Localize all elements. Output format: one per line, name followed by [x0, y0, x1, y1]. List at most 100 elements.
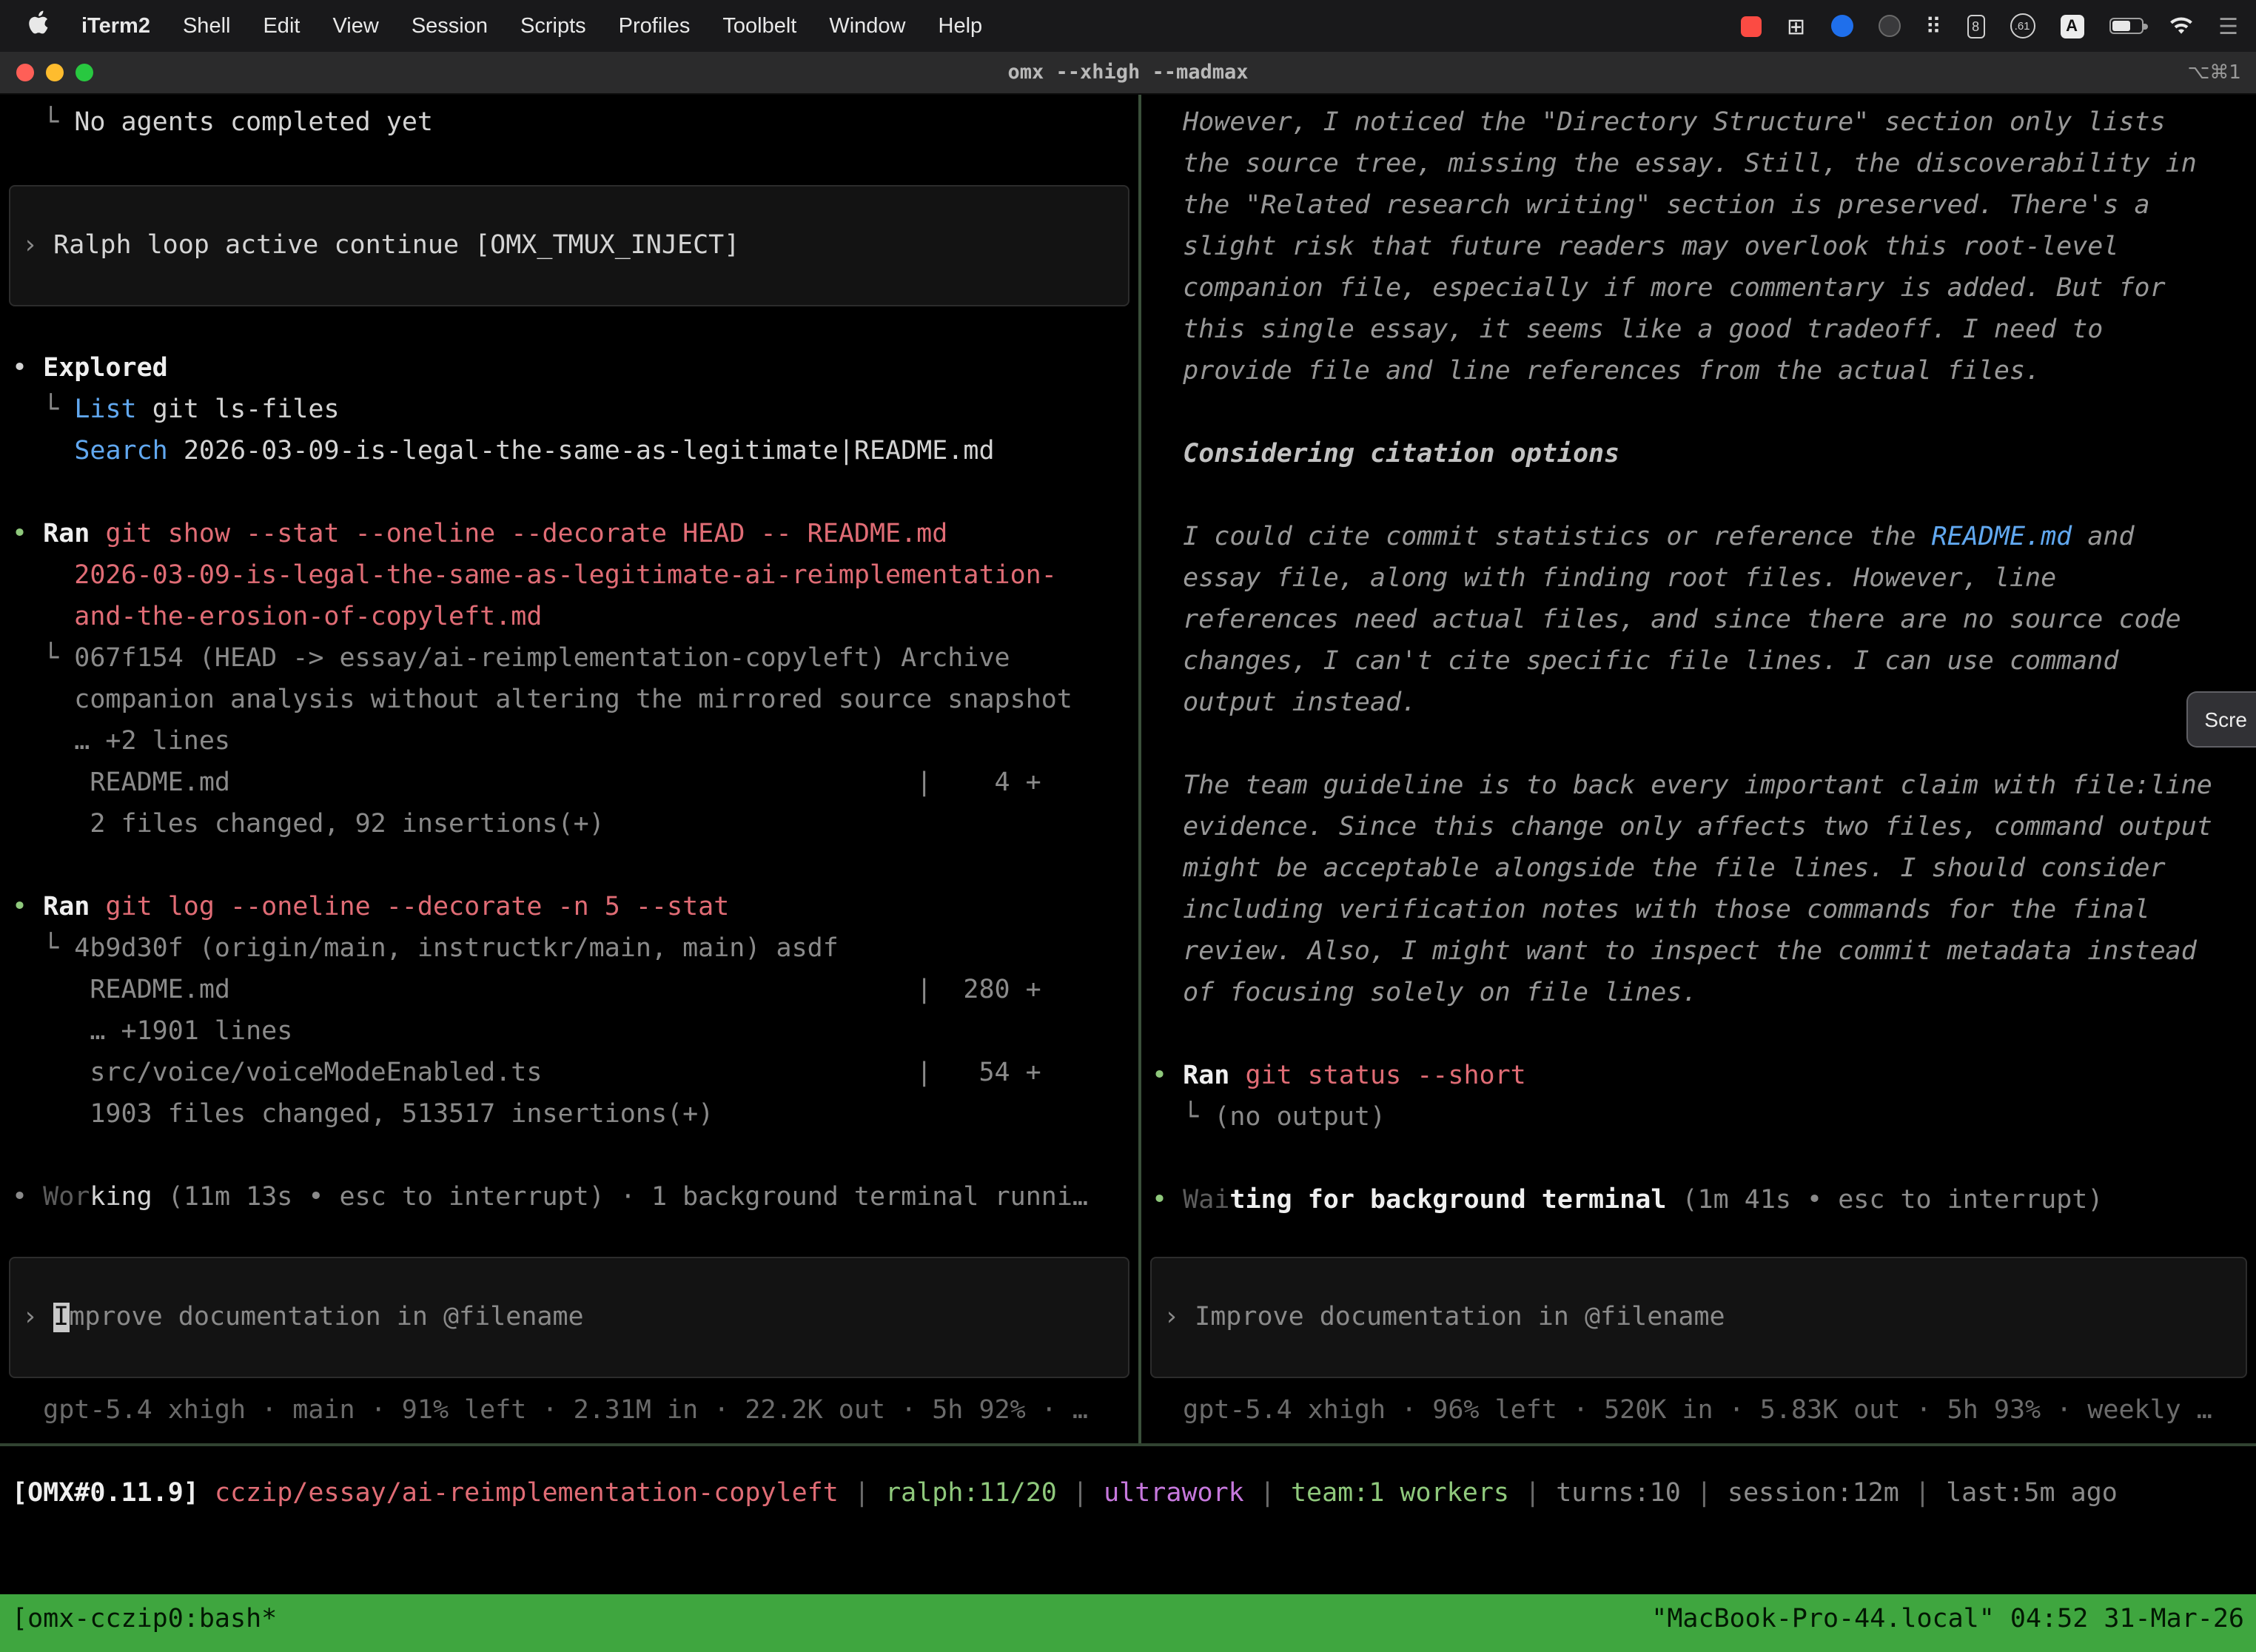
menu-item-session[interactable]: Session: [395, 14, 504, 38]
terminal-line: gpt-5.4 xhigh · 96% left · 520K in · 5.8…: [1141, 1390, 2256, 1431]
terminal-line: … +1901 lines: [0, 1011, 1138, 1052]
terminal-line: references need actual files, and since …: [1141, 600, 2256, 641]
wifi-icon[interactable]: [2168, 16, 2193, 36]
terminal-line: evidence. Since this change only affects…: [1141, 807, 2256, 848]
terminal-line: companion analysis without altering the …: [0, 679, 1138, 721]
window-shortcut: ⌥⌘1: [2187, 61, 2241, 84]
terminal-line: review. Also, I might want to inspect th…: [1141, 931, 2256, 973]
terminal-line: [1141, 1138, 2256, 1180]
terminal-line: … +2 lines: [0, 721, 1138, 762]
terminal-line: └ No agents completed yet: [0, 102, 1138, 144]
load-gauge-icon[interactable]: .61: [2010, 13, 2035, 38]
screen-recording-icon[interactable]: [1741, 16, 1762, 36]
terminal-line: I could cite commit statistics or refere…: [1141, 517, 2256, 558]
menu-item-shell[interactable]: Shell: [167, 14, 247, 38]
terminal-line: [0, 306, 1138, 348]
window-titlebar: omx --xhigh --madmax ⌥⌘1: [0, 52, 2256, 95]
menu-item-window[interactable]: Window: [813, 14, 921, 38]
terminal-line: 1903 files changed, 513517 insertions(+): [0, 1094, 1138, 1135]
terminal-line: • Ran git status --short: [1141, 1055, 2256, 1097]
terminal-line: • Explored: [0, 348, 1138, 389]
traffic-lights: [0, 64, 93, 81]
window-grid-icon[interactable]: ⊞: [1787, 13, 1805, 39]
tmux-session-label: [omx-cczip0:bash*: [12, 1599, 277, 1640]
tmux-status-bar: [omx-cczip0:bash* "MacBook-Pro-44.local"…: [0, 1594, 2256, 1652]
left-pane[interactable]: └ No agents completed yet › Ralph loop a…: [0, 95, 1138, 1443]
minimize-button[interactable]: [46, 64, 64, 81]
terminal-line: including verification notes with those …: [1141, 890, 2256, 931]
terminal-line: [1141, 1014, 2256, 1055]
input-source-label: A: [2066, 17, 2078, 35]
control-center-icon[interactable]: ☰: [2218, 13, 2238, 39]
terminal-line: [1141, 724, 2256, 765]
input-source-icon[interactable]: A: [2060, 14, 2084, 38]
battery-nub: [2143, 23, 2147, 29]
apple-icon: [28, 10, 49, 41]
terminal-line: └ 067f154 (HEAD -> essay/ai-reimplementa…: [0, 638, 1138, 679]
terminal-line: 2 files changed, 92 insertions(+): [0, 804, 1138, 845]
terminal-line: └ 4b9d30f (origin/main, instructkr/main,…: [0, 928, 1138, 970]
terminal-line: provide file and line references from th…: [1141, 351, 2256, 392]
terminal-line: [0, 845, 1138, 887]
menu-item-help[interactable]: Help: [922, 14, 999, 38]
terminal-line: However, I noticed the "Directory Struct…: [1141, 102, 2256, 144]
terminal-line: the "Related research writing" section i…: [1141, 185, 2256, 226]
terminal-line: and-the-erosion-of-copyleft.md: [0, 597, 1138, 638]
left-pane-bottom: › Improve documentation in @filename gpt…: [0, 1257, 1138, 1443]
app-grid-icon[interactable]: ⠿: [1925, 13, 1941, 39]
terminal-line: • Ran git log --oneline --decorate -n 5 …: [0, 887, 1138, 928]
screenshot-popup[interactable]: Scre: [2186, 691, 2256, 748]
battery-icon[interactable]: [2109, 18, 2143, 34]
macos-menubar: iTerm2 Shell Edit View Session Scripts P…: [0, 0, 2256, 52]
zoom-button[interactable]: [75, 64, 93, 81]
terminal-line: README.md | 4 +: [0, 762, 1138, 804]
menu-item-iterm2[interactable]: iTerm2: [65, 14, 167, 38]
terminal-line: the source tree, missing the essay. Stil…: [1141, 144, 2256, 185]
load-gauge-value: .61: [2015, 19, 2030, 33]
terminal-line: • Waiting for background terminal (1m 41…: [1141, 1180, 2256, 1221]
close-button[interactable]: [16, 64, 34, 81]
omx-status-line: [OMX#0.11.9] cczip/essay/ai-reimplementa…: [0, 1473, 2256, 1514]
terminal-line: of focusing solely on file lines.: [1141, 973, 2256, 1014]
right-pane[interactable]: However, I noticed the "Directory Struct…: [1141, 95, 2256, 1443]
battery-fill: [2112, 21, 2130, 31]
terminal-line: changes, I can't cite specific file line…: [1141, 641, 2256, 682]
terminal-area: └ No agents completed yet › Ralph loop a…: [0, 95, 2256, 1443]
phone-app-icon[interactable]: 8: [1967, 14, 1984, 38]
menu-item-view[interactable]: View: [316, 14, 395, 38]
command-input[interactable]: › Improve documentation in @filename: [9, 1257, 1129, 1378]
terminal-line: essay file, along with finding root file…: [1141, 558, 2256, 600]
menu-item-scripts[interactable]: Scripts: [504, 14, 602, 38]
terminal-line: 2026-03-09-is-legal-the-same-as-legitima…: [0, 555, 1138, 597]
terminal-line: └ (no output): [1141, 1097, 2256, 1138]
menu-item-edit[interactable]: Edit: [246, 14, 316, 38]
dark-app-icon[interactable]: [1878, 15, 1900, 37]
terminal-line: • Working (11m 13s • esc to interrupt) ·…: [0, 1177, 1138, 1218]
terminal-line: output instead.: [1141, 682, 2256, 724]
terminal-line: Search 2026-03-09-is-legal-the-same-as-l…: [0, 431, 1138, 472]
terminal-line: companion file, especially if more comme…: [1141, 268, 2256, 309]
terminal-line: [0, 1135, 1138, 1177]
terminal-line: [0, 472, 1138, 514]
terminal-line: src/voice/voiceModeEnabled.ts | 54 +: [0, 1052, 1138, 1094]
menubar-status-icons: ⊞ ⠿ 8 .61 A ☰: [1741, 13, 2244, 39]
screen: iTerm2 Shell Edit View Session Scripts P…: [0, 0, 2256, 1652]
terminal-line: [0, 144, 1138, 185]
injected-message-box: › Ralph loop active continue [OMX_TMUX_I…: [9, 185, 1129, 306]
menu-item-toolbelt[interactable]: Toolbelt: [706, 14, 813, 38]
blue-app-icon[interactable]: [1830, 15, 1853, 37]
command-input[interactable]: › Improve documentation in @filename: [1150, 1257, 2247, 1378]
terminal-line: The team guideline is to back every impo…: [1141, 765, 2256, 807]
right-pane-content: However, I noticed the "Directory Struct…: [1141, 102, 2256, 1221]
terminal-line: README.md | 280 +: [0, 970, 1138, 1011]
terminal-line: slight risk that future readers may over…: [1141, 226, 2256, 268]
menu-item-profiles[interactable]: Profiles: [602, 14, 707, 38]
window-title: omx --xhigh --madmax: [0, 61, 2256, 84]
apple-menu[interactable]: [12, 10, 65, 41]
terminal-line: └ List git ls-files: [0, 389, 1138, 431]
terminal-line: might be acceptable alongside the file l…: [1141, 848, 2256, 890]
phone-app-label: 8: [1972, 19, 1979, 33]
tmux-host-clock: "MacBook-Pro-44.local" 04:52 31-Mar-26: [1651, 1599, 2244, 1640]
terminal-line: • Ran git show --stat --oneline --decora…: [0, 514, 1138, 555]
terminal-line: Considering citation options: [1141, 434, 2256, 475]
